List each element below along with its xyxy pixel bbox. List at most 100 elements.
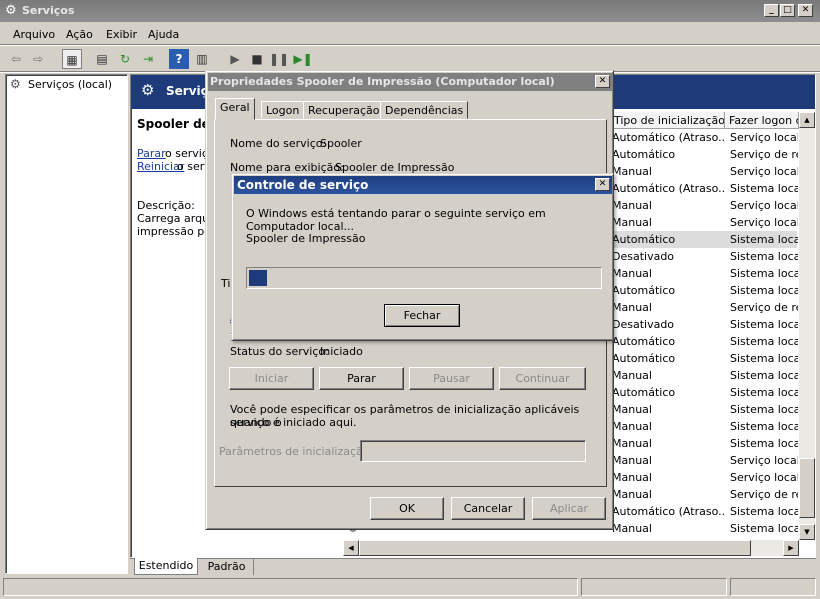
tab-logon-label: Logon xyxy=(266,104,300,117)
params-info-line-2: serviço é iniciado aqui. xyxy=(230,416,357,429)
startup-type-cell: Automático (Atraso... xyxy=(612,131,726,144)
startup-type-cell: Manual xyxy=(612,199,652,212)
view-icon[interactable]: ▥ xyxy=(192,49,212,69)
table-row[interactable]: Automático Sistema local xyxy=(612,384,798,401)
close-dialog-button[interactable]: Fechar xyxy=(384,304,460,327)
stop-button[interactable]: Parar xyxy=(319,367,404,390)
table-row[interactable]: Manual Serviço local xyxy=(612,452,798,469)
service-name-label: Nome do serviço: xyxy=(230,137,327,150)
properties-title: Propriedades Spooler de Impressão (Compu… xyxy=(210,75,555,88)
service-control-service-name: Spooler de Impressão xyxy=(246,232,366,245)
description-line-1: Carrega arqui xyxy=(137,212,213,225)
logon-cell: Sistema local xyxy=(730,233,798,246)
table-row[interactable]: Manual Serviço local xyxy=(612,163,798,180)
ok-button[interactable]: OK xyxy=(370,497,444,520)
table-row[interactable]: Automático Sistema local xyxy=(612,333,798,350)
table-row[interactable]: Manual Sistema local xyxy=(612,265,798,282)
table-row[interactable]: Manual Sistema local xyxy=(612,435,798,452)
params-input[interactable] xyxy=(360,440,586,462)
table-row[interactable]: Manual Serviço local xyxy=(612,469,798,486)
scroll-up-button[interactable]: ▲ xyxy=(799,112,815,128)
status-bar-pane-1 xyxy=(3,578,578,596)
scroll-down-button[interactable]: ▼ xyxy=(799,524,815,540)
console-tree-icon[interactable]: ▦ xyxy=(62,49,82,69)
properties-icon[interactable]: ▤ xyxy=(92,49,112,69)
scroll-thumb[interactable] xyxy=(799,458,815,518)
properties-close-button[interactable]: ✕ xyxy=(595,75,610,88)
service-control-message: O Windows está tentando parar o seguinte… xyxy=(246,207,546,233)
tab-standard-label: Padrão xyxy=(207,560,246,573)
close-button[interactable]: ✕ xyxy=(798,4,813,17)
startup-type-cell: Automático xyxy=(612,386,676,399)
scroll-right-button[interactable]: ▶ xyxy=(783,540,799,556)
logon-cell: Serviço local xyxy=(730,454,798,467)
back-arrow-icon[interactable]: ⇦ xyxy=(6,49,26,69)
scroll-left-button[interactable]: ◀ xyxy=(343,540,359,556)
maximize-button[interactable]: □ xyxy=(780,4,795,17)
horizontal-scrollbar[interactable]: ◀ ▶ xyxy=(343,540,799,556)
start-service-icon[interactable]: ▶ xyxy=(225,49,245,69)
table-row[interactable]: Manual Serviço local xyxy=(612,214,798,231)
export-icon[interactable]: ⇥ xyxy=(138,49,158,69)
table-row[interactable]: Manual Serviço de red xyxy=(612,486,798,503)
table-row[interactable]: Automático Sistema local xyxy=(612,350,798,367)
menu-acao[interactable]: Ação xyxy=(66,28,93,41)
params-label: Parâmetros de inicialização: xyxy=(219,445,374,458)
logon-cell: Sistema local xyxy=(730,267,798,280)
menu-arquivo[interactable]: Arquivo xyxy=(13,28,55,41)
startup-type-cell: Manual xyxy=(612,471,652,484)
tab-dependencies[interactable]: Dependências xyxy=(380,101,469,119)
table-row[interactable]: Manual Sistema local xyxy=(612,520,798,537)
menu-exibir[interactable]: Exibir xyxy=(106,28,137,41)
column-header-logon[interactable]: Fazer logon co xyxy=(725,112,799,129)
window-title: Serviços xyxy=(22,4,75,17)
stop-link[interactable]: Parar xyxy=(137,147,166,160)
cancel-button[interactable]: Cancelar xyxy=(451,497,525,520)
table-row[interactable]: Manual Sistema local xyxy=(612,367,798,384)
stop-service-icon[interactable]: ■ xyxy=(247,49,267,69)
restart-service-icon[interactable]: ▶❚ xyxy=(293,49,313,69)
progress-bar xyxy=(246,267,602,289)
table-row[interactable]: Automático Sistema local xyxy=(612,282,798,299)
logon-cell: Sistema local xyxy=(730,522,798,535)
service-control-title-bar: Controle de serviço ✕ xyxy=(234,176,612,194)
services-header-icon: ⚙ xyxy=(141,81,155,99)
forward-arrow-icon[interactable]: ⇨ xyxy=(28,49,48,69)
table-row[interactable]: Automático (Atraso... Sistema local xyxy=(612,503,798,520)
tab-standard[interactable]: Padrão xyxy=(200,559,254,575)
minimize-button[interactable]: _ xyxy=(764,4,779,17)
table-row[interactable]: Desativado Sistema local xyxy=(612,316,798,333)
main-title-bar: ⚙ Serviços _ □ ✕ xyxy=(0,0,820,22)
column-header-startup[interactable]: Tipo de inicialização xyxy=(610,112,725,129)
tab-extended[interactable]: Estendido xyxy=(134,558,198,575)
apply-button[interactable]: Aplicar xyxy=(532,497,606,520)
logon-cell: Serviço local xyxy=(730,199,798,212)
table-row[interactable]: Manual Sistema local xyxy=(612,418,798,435)
table-row[interactable]: Manual Sistema local xyxy=(612,401,798,418)
table-row[interactable]: Desativado Sistema local xyxy=(612,248,798,265)
menu-ajuda[interactable]: Ajuda xyxy=(148,28,179,41)
pause-service-icon[interactable]: ❚❚ xyxy=(269,49,289,69)
table-row[interactable]: Automático (Atraso... Serviço local xyxy=(612,129,798,146)
services-app-icon: ⚙ xyxy=(5,3,17,18)
tree-root-item[interactable]: Serviços (local) xyxy=(28,78,112,91)
continue-button[interactable]: Continuar xyxy=(499,367,586,390)
table-row[interactable]: Automático Sistema local xyxy=(612,231,798,248)
tab-recovery[interactable]: Recuperação xyxy=(303,101,385,119)
table-row[interactable]: Automático Serviço de red xyxy=(612,146,798,163)
properties-title-bar: Propriedades Spooler de Impressão (Compu… xyxy=(208,73,612,91)
start-button[interactable]: Iniciar xyxy=(229,367,314,390)
tab-logon[interactable]: Logon xyxy=(261,101,305,119)
table-row[interactable]: Manual Serviço de red xyxy=(612,299,798,316)
horizontal-scroll-thumb[interactable] xyxy=(359,540,751,556)
table-row[interactable]: Manual Serviço local xyxy=(612,197,798,214)
refresh-icon[interactable]: ↻ xyxy=(115,49,135,69)
service-control-close-button[interactable]: ✕ xyxy=(595,178,610,191)
help-icon[interactable]: ? xyxy=(169,49,189,69)
logon-cell: Serviço de red xyxy=(730,301,798,314)
pause-button[interactable]: Pausar xyxy=(409,367,494,390)
tab-general[interactable]: Geral xyxy=(215,98,255,120)
logon-cell: Serviço local xyxy=(730,216,798,229)
vertical-scrollbar[interactable]: ▲ ▼ xyxy=(799,112,815,540)
table-row[interactable]: Automático (Atraso... Sistema local xyxy=(612,180,798,197)
